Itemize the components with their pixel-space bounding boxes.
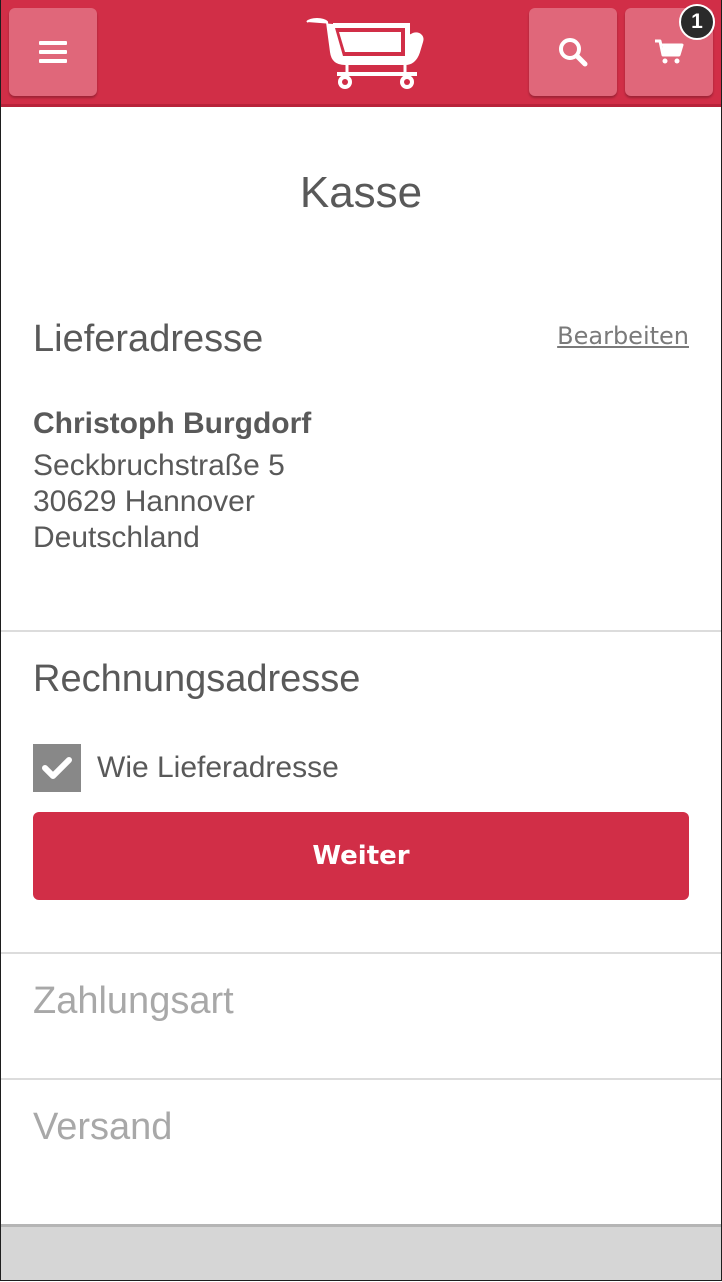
checkmark-icon: [42, 757, 72, 779]
cart-icon: [655, 39, 684, 64]
section-divider: [1, 1078, 721, 1080]
shopping-cart-logo[interactable]: [301, 12, 429, 92]
section-divider: [1, 952, 721, 954]
cart-button[interactable]: 1: [625, 4, 715, 96]
search-button[interactable]: [529, 8, 617, 96]
footer-bar: [1, 1224, 721, 1280]
shipping-address: Christoph Burgdorf Seckbruchstraße 5 306…: [33, 406, 311, 556]
shipping-street: Seckbruchstraße 5: [33, 449, 285, 482]
same-as-shipping-row[interactable]: Wie Lieferadresse: [33, 744, 339, 792]
top-navigation-bar: 1: [1, 0, 721, 107]
edit-shipping-link[interactable]: Bearbeiten: [557, 322, 689, 350]
section-divider: [1, 630, 721, 632]
same-as-shipping-checkbox[interactable]: [33, 744, 81, 792]
hamburger-icon: [39, 41, 67, 63]
cart-count-badge: 1: [679, 4, 715, 40]
shipping-name: Christoph Burgdorf: [33, 407, 312, 440]
checkout-page: 1 Kasse Lieferadresse Bearbeiten Christo…: [0, 0, 722, 1281]
shipping-country: Deutschland: [33, 521, 200, 554]
shipping-city: 30629 Hannover: [33, 485, 255, 518]
step-delivery: Versand: [33, 1106, 173, 1148]
continue-button[interactable]: Weiter: [33, 812, 689, 900]
page-title: Kasse: [299, 168, 423, 217]
shipping-heading: Lieferadresse: [33, 318, 264, 360]
menu-button[interactable]: [9, 8, 97, 96]
billing-heading: Rechnungsadresse: [33, 658, 361, 700]
search-icon: [559, 38, 588, 67]
step-payment: Zahlungsart: [33, 980, 234, 1022]
same-as-shipping-label[interactable]: Wie Lieferadresse: [97, 751, 339, 785]
